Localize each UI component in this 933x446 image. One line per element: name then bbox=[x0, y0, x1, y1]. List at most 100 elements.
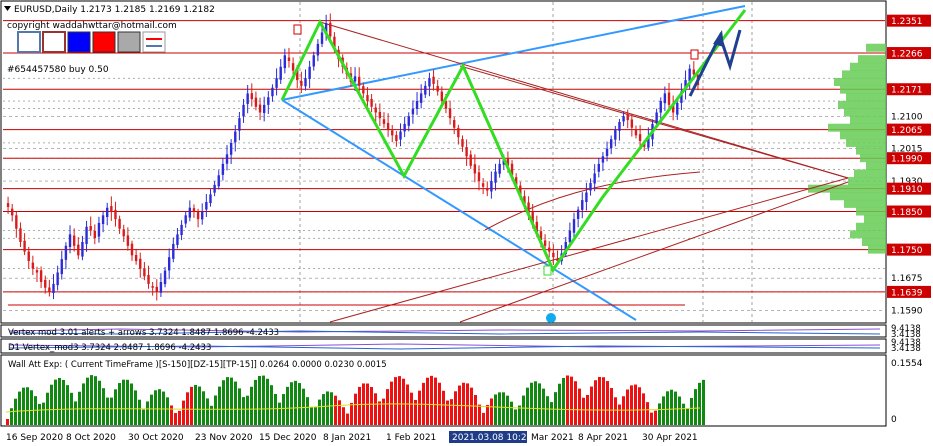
candle-body bbox=[415, 101, 419, 109]
wall-bar bbox=[530, 382, 533, 425]
crosshair-time-label: 2021.03.08 10:22 bbox=[452, 433, 532, 443]
wall-bar bbox=[406, 384, 409, 425]
time-axis-label: 8 Apr 2021 bbox=[578, 433, 628, 443]
wall-bar bbox=[158, 389, 161, 425]
candle-body bbox=[176, 234, 179, 245]
wall-bar bbox=[142, 409, 145, 425]
time-axis-label: 1 Feb 2021 bbox=[386, 433, 436, 443]
wall-bar bbox=[6, 419, 9, 425]
wall-bar bbox=[26, 387, 29, 425]
wall-bar bbox=[310, 407, 313, 425]
wall-right-top: 0.1554 bbox=[891, 359, 923, 369]
wall-bar bbox=[66, 385, 69, 425]
candle-body bbox=[205, 202, 208, 210]
wall-bar bbox=[358, 386, 361, 425]
candle-body bbox=[196, 211, 200, 220]
vertex-right-value-4: 3.4138 bbox=[891, 344, 921, 354]
candle-body bbox=[184, 215, 187, 224]
wall-bar bbox=[454, 391, 457, 425]
volume-profile-bar bbox=[844, 199, 886, 208]
candle-body bbox=[391, 130, 394, 136]
swatch-blue[interactable] bbox=[67, 31, 91, 53]
price-tag-label: 1.1850 bbox=[891, 208, 923, 218]
wall-bar bbox=[550, 402, 553, 425]
wall-bar bbox=[202, 391, 205, 425]
wall-bar bbox=[30, 390, 33, 425]
swatch-gray[interactable] bbox=[117, 31, 141, 53]
candle-body bbox=[155, 286, 158, 292]
wall-bar bbox=[86, 377, 89, 425]
candle-body bbox=[279, 66, 282, 80]
wall-bar bbox=[102, 388, 105, 425]
wall-bar bbox=[234, 381, 237, 425]
wall-bar bbox=[522, 395, 525, 425]
wall-bar bbox=[478, 404, 481, 425]
volume-profile-bar bbox=[840, 85, 886, 94]
time-axis-label: 8 Jan 2021 bbox=[323, 433, 371, 443]
swatch-line-style[interactable] bbox=[142, 31, 166, 53]
candle-body bbox=[283, 55, 287, 69]
swatch-outline-blue[interactable] bbox=[17, 31, 41, 53]
wall-bar bbox=[634, 384, 637, 425]
wall-bar bbox=[178, 410, 181, 425]
wall-bar bbox=[446, 400, 449, 425]
wall-bar bbox=[110, 397, 113, 425]
price-tag-label: 1.1639 bbox=[891, 288, 923, 298]
candle-body bbox=[370, 98, 373, 107]
candle-body bbox=[167, 257, 171, 271]
candle-body bbox=[630, 119, 634, 128]
swatch-red[interactable] bbox=[92, 31, 116, 53]
candle-body bbox=[609, 139, 613, 149]
volume-profile-bar bbox=[866, 161, 886, 170]
wall-bar bbox=[514, 409, 517, 425]
wall-bar bbox=[190, 386, 193, 425]
symbol-line: EURUSD,Daily 1.2173 1.2185 1.2169 1.2182 bbox=[14, 5, 215, 15]
candle-body bbox=[469, 154, 472, 166]
wall-bar bbox=[666, 391, 669, 425]
candle-body bbox=[147, 274, 150, 284]
candle-body bbox=[238, 118, 241, 131]
wall-bar bbox=[242, 397, 245, 425]
volume-profile-bar bbox=[850, 116, 886, 125]
wall-bar bbox=[402, 378, 405, 425]
wall-bar bbox=[126, 379, 129, 425]
wall-bar bbox=[662, 396, 665, 425]
candle-body bbox=[77, 244, 80, 256]
wall-bar bbox=[570, 376, 573, 425]
wall-bar bbox=[182, 400, 185, 425]
wall-bar bbox=[370, 387, 373, 425]
candle-body bbox=[457, 127, 460, 138]
wall-bar bbox=[174, 413, 177, 425]
wall-bar bbox=[682, 403, 685, 425]
candle-body bbox=[486, 188, 489, 191]
wall-bar bbox=[198, 386, 201, 425]
wall-bar bbox=[558, 383, 561, 425]
candle-body bbox=[64, 245, 68, 260]
candle-body bbox=[134, 254, 138, 262]
time-axis-label: 30 Apr 2021 bbox=[642, 433, 698, 443]
wall-bar bbox=[670, 389, 673, 425]
candle-body bbox=[399, 131, 402, 140]
wall-bar bbox=[318, 399, 321, 425]
sell-arrow-icon bbox=[293, 24, 302, 35]
candle-body bbox=[44, 279, 47, 288]
volume-profile-bar bbox=[844, 108, 886, 117]
wall-bar bbox=[22, 387, 25, 425]
wall-bar bbox=[382, 398, 385, 425]
wall-bar bbox=[42, 402, 45, 425]
vertex-d1-indicator-label: D1 Vertex_mod3 3.7324 2.8487 1.8696 -4.2… bbox=[8, 343, 211, 353]
chart-window[interactable]: 1.21001.20151.19301.16751.1590 16 Sep 20… bbox=[0, 0, 933, 446]
wall-bar bbox=[562, 377, 565, 425]
swatch-outline-red[interactable] bbox=[42, 31, 66, 53]
volume-profile-bar bbox=[854, 169, 886, 178]
candle-body bbox=[60, 259, 63, 275]
wall-bar bbox=[378, 401, 381, 425]
wall-bar bbox=[506, 395, 509, 425]
wall-bar bbox=[218, 386, 221, 425]
wall-bar bbox=[166, 397, 169, 425]
wall-bar bbox=[390, 381, 393, 425]
candle-body bbox=[172, 243, 175, 259]
candle-body bbox=[320, 32, 324, 44]
candle-body bbox=[312, 55, 315, 67]
candle-body bbox=[130, 243, 134, 256]
